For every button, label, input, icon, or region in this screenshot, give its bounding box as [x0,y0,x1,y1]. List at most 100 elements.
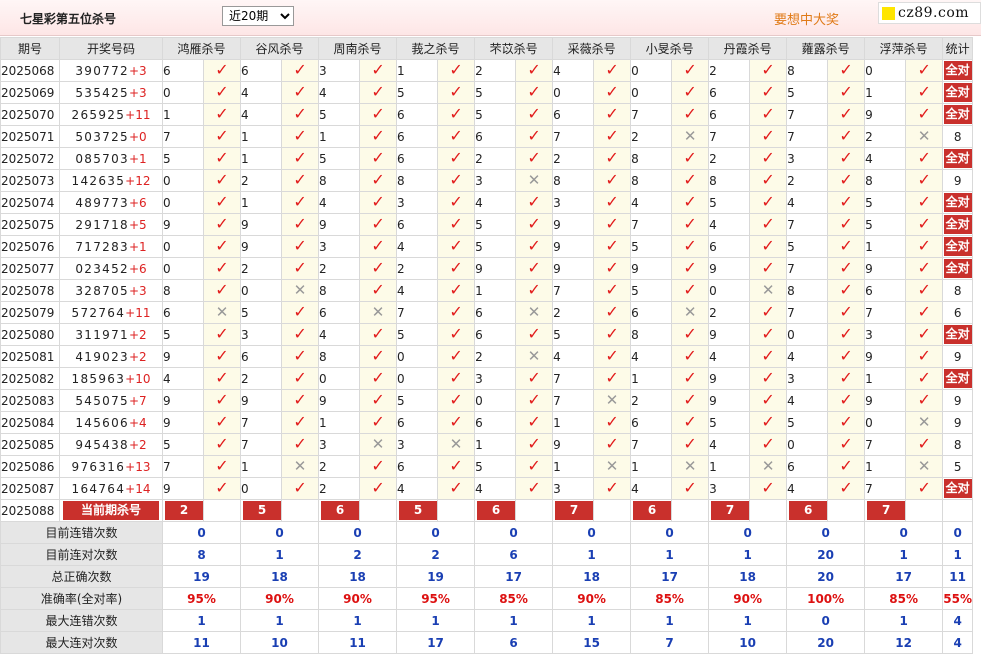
summary-value: 0 [786,609,866,632]
pick-number: 2 [786,169,829,192]
pick-number: 1 [240,125,283,148]
logo-square-icon [882,6,895,20]
check-icon: ✓ [839,60,853,79]
pick-number: 5 [474,81,517,104]
stat-cell: 全对 [942,213,974,236]
site-logo[interactable]: cz89.com [878,2,981,24]
pick-number: 6 [708,81,751,104]
header-row: 期号 开奖号码 鸿雁杀号 谷风杀号 周南杀号 莪之杀号 芣苡杀号 采薇杀号 小旻杀号 丹霞杀号… [0,37,974,60]
slogan-text[interactable]: 要想中大奖 [774,9,839,28]
pick-number: 4 [552,59,595,82]
pick-result: ✓ [359,455,398,478]
pick-result: ✓ [437,455,476,478]
cross-icon: ✕ [761,457,775,475]
stat-count: 9 [953,393,962,408]
all-correct-badge: 全对 [943,369,972,388]
cross-icon: ✕ [683,457,697,475]
check-icon: ✓ [215,192,229,211]
draw-cell: 328705+3 [59,279,163,302]
summary-value: 11 [161,631,242,654]
check-icon: ✓ [371,368,385,387]
check-icon: ✓ [527,236,541,255]
pick-number: 8 [318,169,361,192]
check-icon: ✓ [605,236,619,255]
col-issue: 期号 [0,37,60,60]
pick-number: 7 [552,279,595,302]
pick-number: 8 [786,59,829,82]
summary-stat: 0 [942,521,974,544]
draw-plus: +6 [128,195,147,210]
pick-number: 1 [162,103,204,126]
pick-result: ✓ [437,279,476,302]
cross-icon: ✕ [761,281,775,299]
check-icon: ✓ [449,346,463,365]
stat-cell: 8 [942,433,974,456]
pick-result: ✕ [515,169,554,192]
pick-result: ✓ [202,257,242,280]
check-icon: ✓ [527,280,541,299]
check-icon: ✓ [215,258,229,277]
pick-number: 9 [162,389,204,412]
check-icon: ✓ [761,192,775,211]
check-icon: ✓ [761,60,775,79]
summary-value: 17 [630,565,710,588]
summary-value: 15 [552,631,632,654]
pick-result: ✓ [437,169,476,192]
pick-number: 7 [708,125,751,148]
pick-result: ✓ [749,257,788,280]
pick-number: 0 [630,81,673,104]
check-icon: ✓ [371,280,385,299]
pick-number: 7 [162,125,204,148]
check-icon: ✓ [293,368,307,387]
check-icon: ✓ [839,434,853,453]
check-icon: ✓ [605,214,619,233]
check-icon: ✓ [917,390,931,409]
pick-number: 6 [786,455,829,478]
pick-result: ✓ [281,213,320,236]
pick-number: 5 [786,411,829,434]
summary-value: 1 [240,609,320,632]
pick-number: 7 [864,433,907,456]
draw-cell: 545075+7 [59,389,163,412]
table-row: 2025068 390772+3 6 ✓ 6 ✓ 3 ✓ 1 ✓ 2 ✓ 4 ✓ 0 ✓ 2 ✓ 8 ✓ 0 ✓ 全对 [0,59,974,82]
pick-result: ✓ [202,389,242,412]
draw-plus: +3 [128,85,147,100]
check-icon: ✓ [215,456,229,475]
issue-cell: 2025077 [0,257,60,280]
pick-result: ✓ [827,235,866,258]
pick-result: ✓ [359,367,398,390]
pick-number: 4 [396,477,439,500]
check-icon: ✓ [215,368,229,387]
check-icon: ✓ [605,324,619,343]
pick-number: 1 [318,125,361,148]
pick-number: 4 [396,279,439,302]
pick-result: ✓ [515,455,554,478]
page-title: 七星彩第五位杀号 [20,12,117,26]
pick-number: 1 [474,433,517,456]
issue-cell: 2025085 [0,433,60,456]
check-icon: ✓ [761,126,775,145]
check-icon: ✓ [761,434,775,453]
draw-digits: 717283 [75,239,129,254]
pick-number: 5 [318,147,361,170]
pick-number: 5 [162,323,204,346]
cross-icon: ✕ [293,457,307,475]
check-icon: ✓ [839,346,853,365]
pick-result: ✓ [202,345,242,368]
check-icon: ✓ [293,82,307,101]
table-row: 2025072 085703+1 5 ✓ 1 ✓ 5 ✓ 6 ✓ 2 ✓ 2 ✓ 8 ✓ 2 ✓ 3 ✓ 4 ✓ 全对 [0,147,974,170]
check-icon: ✓ [605,346,619,365]
draw-plus: +3 [128,283,147,298]
draw-plus: +5 [128,217,147,232]
period-select[interactable]: 近20期 [222,6,294,26]
pick-number: 1 [474,279,517,302]
pick-result: ✓ [593,235,632,258]
check-icon: ✓ [683,390,697,409]
pick-result: ✓ [671,345,710,368]
pick-number: 6 [708,103,751,126]
check-icon: ✓ [917,302,931,321]
pick-number: 4 [708,345,751,368]
pick-number: 9 [318,213,361,236]
pick-number: 2 [474,345,517,368]
check-icon: ✓ [527,192,541,211]
